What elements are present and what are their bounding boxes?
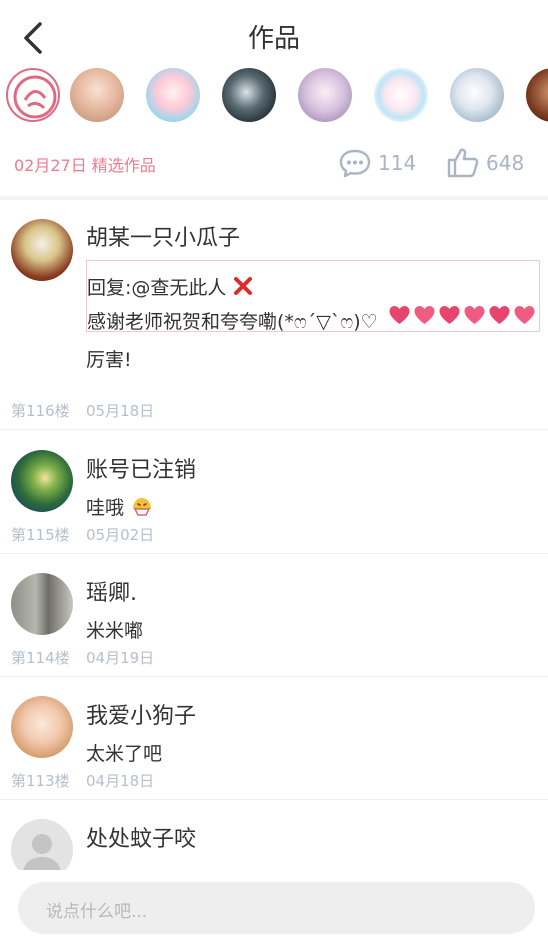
comment-username[interactable]: 胡某一只小瓜子 [86,220,240,252]
avatar[interactable] [11,819,73,870]
comment-username[interactable]: 我爱小狗子 [86,698,196,730]
liker-avatar[interactable] [450,68,504,122]
comment-item: 胡某一只小瓜子 回复:@查无此人 感谢老师祝贺和夸夸嘞(*ෆ´▽`ෆ)♡ 厉害!… [0,200,548,430]
comment-item: 账号已注销 哇哦 第115楼 05月02日 [0,431,548,554]
reply-text: 感谢老师祝贺和夸夸嘞(*ෆ´▽`ෆ)♡ [87,311,378,333]
avatar[interactable] [11,696,73,758]
floor-number: 第113楼 [11,772,70,790]
floor-number: 第114楼 [11,649,70,667]
comment-text: 厉害! [86,349,132,371]
comment-item: 瑶卿. 米米嘟 第114楼 04月19日 [0,554,548,677]
liker-avatar[interactable] [70,68,124,122]
comment-date: 05月02日 [86,526,155,544]
hearts-emoji-row [387,304,537,326]
comment-count: 114 [378,151,417,175]
comment-date: 04月19日 [86,649,155,667]
comment-input[interactable]: 说点什么吧... [18,882,535,934]
comment-date: 04月18日 [86,772,155,790]
default-user-icon [23,834,61,870]
page-title: 作品 [247,24,300,54]
floor-number: 第115楼 [11,526,70,544]
comment-text: 哇哦 [86,497,125,519]
heart-icon [514,306,535,324]
comment-text: 太米了吧 [86,743,163,765]
work-meta-row: 02月27日 精选作品 114 648 [0,138,548,188]
cross-mark-icon [234,277,253,295]
heart-icon [464,306,485,324]
header-bar: 作品 [0,0,548,72]
heart-icon [414,306,435,324]
comment-count-button[interactable]: 114 [338,146,416,180]
face-emoji-icon [133,498,152,516]
liker-avatar-strip [0,66,548,126]
avatar[interactable] [11,450,73,512]
floor-number: 第116楼 [11,402,70,420]
comment-username[interactable]: 瑶卿. [86,575,137,607]
comment-date: 05月18日 [86,402,155,420]
two-hearts-icon [439,306,460,324]
reply-to-label: 回复:@查无此人 [87,277,227,299]
liker-avatar[interactable] [298,68,352,122]
avatar[interactable] [11,573,73,635]
quoted-reply: 回复:@查无此人 感谢老师祝贺和夸夸嘞(*ෆ´▽`ෆ)♡ [86,260,540,333]
liker-avatar[interactable] [526,68,548,122]
liker-avatar[interactable] [374,68,428,122]
liker-avatar[interactable] [146,68,200,122]
comment-username[interactable]: 账号已注销 [86,452,196,484]
like-count-button[interactable]: 648 [446,146,524,180]
liker-avatar[interactable] [6,68,60,122]
featured-date-label: 02月27日 精选作品 [14,156,156,175]
two-hearts-icon [489,306,510,324]
two-hearts-icon [389,306,410,324]
comment-input-placeholder: 说点什么吧... [46,902,148,922]
thumbs-up-icon [447,148,479,178]
comment-item: 处处蚊子咬 [0,800,548,870]
liker-avatar[interactable] [222,68,276,122]
comment-item: 我爱小狗子 太米了吧 第113楼 04月18日 [0,677,548,800]
like-count: 648 [486,151,525,175]
comment-bubble-icon [339,149,371,178]
comment-text: 米米嘟 [86,620,144,642]
avatar[interactable] [11,219,73,281]
comment-username[interactable]: 处处蚊子咬 [86,821,196,853]
